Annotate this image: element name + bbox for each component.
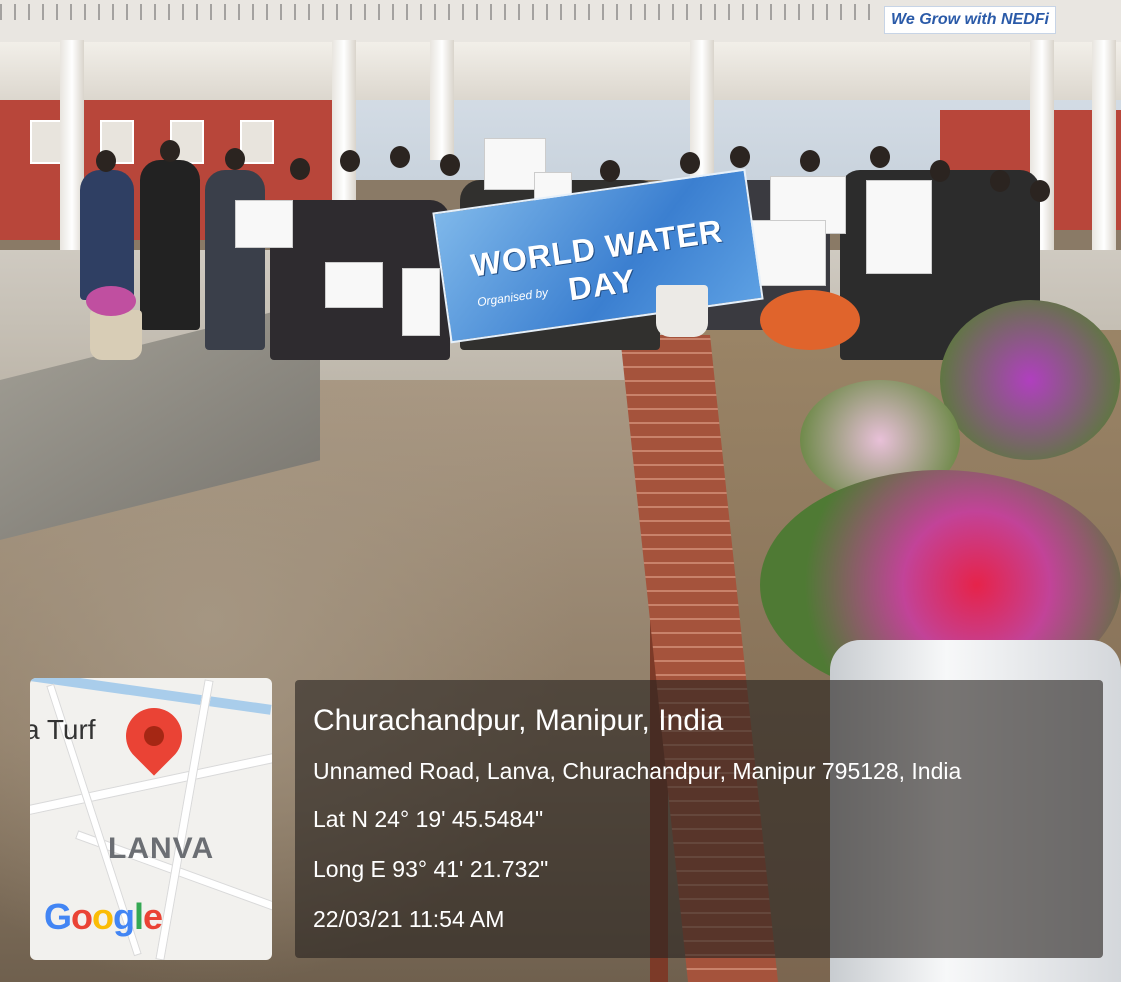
window: [30, 120, 64, 164]
head: [290, 158, 310, 180]
head: [96, 150, 116, 172]
google-logo: Google: [44, 896, 163, 937]
person: [80, 170, 134, 300]
person: [140, 160, 200, 330]
location-title: Churachandpur, Manipur, India: [313, 704, 724, 737]
placard: [325, 262, 383, 308]
head: [160, 140, 180, 162]
placard: [866, 180, 932, 274]
person: [205, 170, 265, 350]
head: [1030, 180, 1050, 202]
head: [680, 152, 700, 174]
location-address: Unnamed Road, Lanva, Churachandpur, Mani…: [313, 758, 962, 784]
map-thumbnail[interactable]: a Turf LANVA Google: [30, 678, 272, 960]
head: [390, 146, 410, 168]
flower-pot: [90, 310, 142, 360]
head: [730, 146, 750, 168]
latitude: Lat N 24° 19' 45.5484": [313, 806, 544, 832]
placard: [402, 268, 440, 336]
flowers: [86, 286, 136, 316]
head: [870, 146, 890, 168]
head: [440, 154, 460, 176]
railing: [0, 4, 880, 20]
placard: [235, 200, 293, 248]
head: [800, 150, 820, 172]
flowers: [760, 290, 860, 350]
map-pin-dot: [144, 726, 164, 746]
timestamp: 22/03/21 11:54 AM: [313, 906, 505, 932]
canopy: [0, 42, 1121, 100]
pillar: [1092, 40, 1116, 270]
head: [600, 160, 620, 182]
map-area-label: LANVA: [108, 832, 215, 865]
flowers: [940, 300, 1120, 460]
head: [930, 160, 950, 182]
longitude: Long E 93° 41' 21.732": [313, 856, 549, 882]
head: [340, 150, 360, 172]
map-place-label: a Turf: [30, 714, 96, 745]
head: [990, 170, 1010, 192]
building-sign: We Grow with NEDFi: [884, 6, 1056, 34]
flower-pot: [656, 285, 708, 337]
geotag-info-panel: Churachandpur, Manipur, India Unnamed Ro…: [295, 680, 1103, 958]
head: [225, 148, 245, 170]
